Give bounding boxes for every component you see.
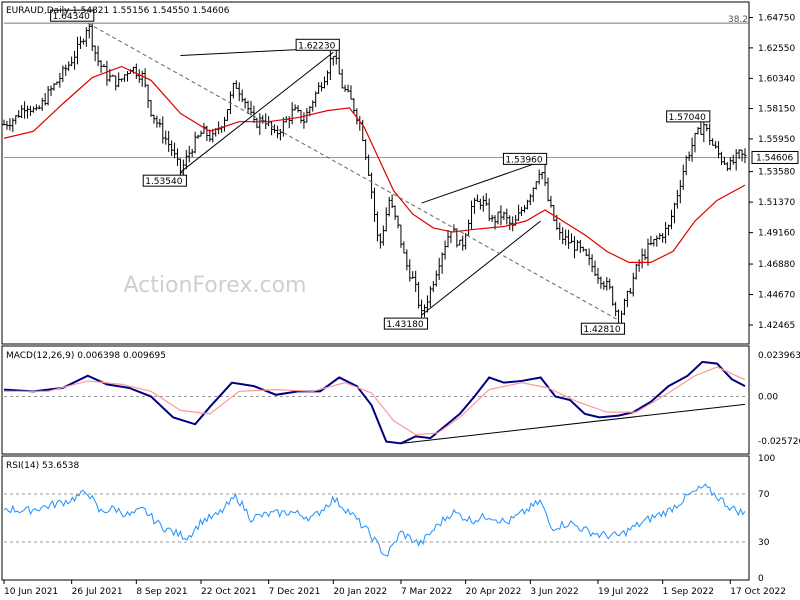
- level-label: 1.53540: [145, 177, 182, 187]
- x-tick-label: 10 Jun 2021: [4, 587, 58, 597]
- price-y-tick-label: 1.62550: [758, 44, 795, 54]
- x-tick-label: 26 Jul 2021: [72, 587, 123, 597]
- rsi-title: RSI(14) 53.6538: [6, 461, 79, 471]
- rsi-panel: [1, 455, 750, 581]
- level-label: 1.43180: [386, 320, 423, 330]
- x-tick-label: 20 Apr 2022: [466, 587, 522, 597]
- current-price-label: 1.54606: [756, 153, 793, 163]
- macd-panel: [1, 345, 750, 455]
- macd-y-tick-label: -0.025726: [758, 437, 800, 447]
- level-label: 1.57040: [669, 113, 706, 123]
- x-tick-label: 1 Sep 2022: [663, 587, 714, 597]
- chart-ohlc-readout: 1.54821 1.55156 1.54550 1.54606: [72, 6, 230, 16]
- x-tick-label: 17 Oct 2022: [730, 587, 786, 597]
- price-y-tick-label: 1.46880: [758, 260, 795, 270]
- price-y-tick-label: 1.55950: [758, 135, 795, 145]
- price-panel: [1, 1, 750, 345]
- rsi-y-tick-label: 30: [758, 538, 770, 548]
- rsi-y-tick-label: 100: [758, 454, 775, 464]
- price-y-tick-label: 1.49160: [758, 229, 795, 239]
- price-y-tick-label: 1.44670: [758, 291, 795, 301]
- x-tick-label: 22 Oct 2021: [201, 587, 257, 597]
- watermark: ActionForex.com: [124, 273, 307, 298]
- fib-label: 38.2: [728, 15, 748, 25]
- x-tick-label: 3 Jun 2022: [530, 587, 578, 597]
- level-label: 1.42810: [583, 325, 620, 335]
- x-tick-label: 8 Sep 2021: [136, 587, 187, 597]
- x-tick-label: 19 Jul 2022: [598, 587, 649, 597]
- macd-y-tick-label: 0.023963: [758, 351, 800, 361]
- level-label: 1.53960: [505, 155, 542, 165]
- price-y-tick-label: 1.64750: [758, 14, 795, 24]
- x-tick-label: 20 Jan 2022: [333, 587, 387, 597]
- x-tick-label: 7 Dec 2021: [269, 587, 321, 597]
- chart-symbol-title: EURAUD,Daily: [6, 6, 70, 16]
- rsi-y-tick-label: 70: [758, 490, 770, 500]
- x-tick-label: 7 Mar 2022: [401, 587, 452, 597]
- rsi-y-tick-label: 0: [758, 574, 764, 584]
- macd-title: MACD(12,26,9) 0.006398 0.009695: [6, 351, 166, 361]
- chart-canvas: ActionForex.com 1.643401.622301.535401.4…: [1, 1, 800, 597]
- price-y-tick-label: 1.53580: [758, 168, 795, 178]
- price-y-tick-label: 1.51370: [758, 198, 795, 208]
- price-y-tick-label: 1.42465: [758, 321, 795, 331]
- price-y-tick-label: 1.58150: [758, 105, 795, 115]
- price-y-tick-label: 1.60340: [758, 74, 795, 84]
- level-label: 1.62230: [298, 41, 335, 51]
- macd-y-tick-label: 0.00: [758, 393, 778, 403]
